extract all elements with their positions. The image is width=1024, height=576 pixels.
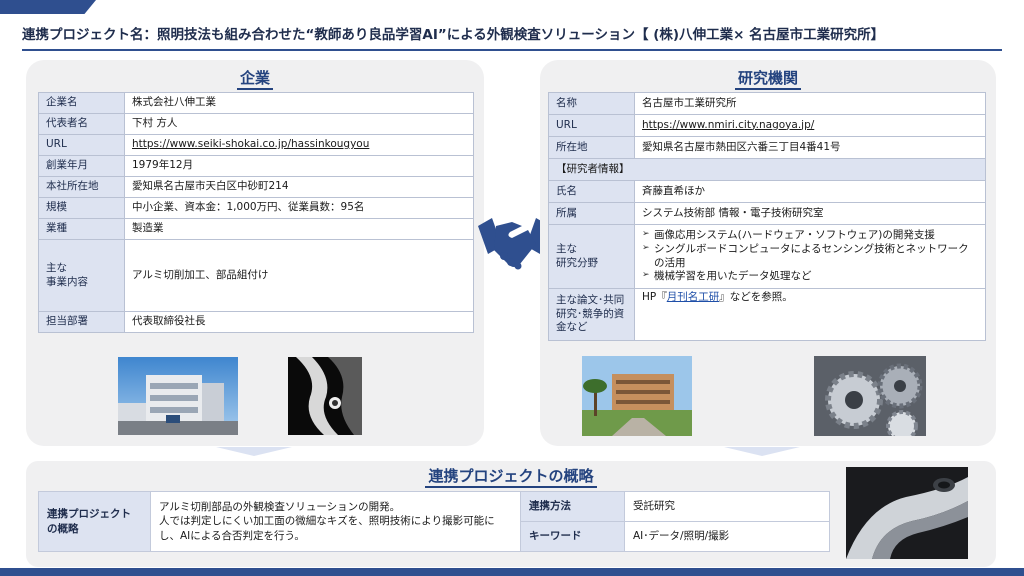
corner-accent — [0, 0, 96, 14]
company-label: 担当部署 — [38, 311, 125, 333]
research-fields-label: 主な 研究分野 — [548, 224, 635, 289]
company-value: 株式会社八伸工業 — [124, 92, 474, 114]
monthly-journal-link[interactable]: 月刊名工研 — [667, 291, 720, 303]
table-row: 氏名 斉藤直希ほか — [548, 180, 986, 203]
table-row: 【研究者情報】 — [548, 158, 986, 181]
institute-table: 名称 名古屋市工業研究所 URL https://www.nmiri.city.na… — [548, 92, 986, 341]
institute-label: 名称 — [548, 92, 635, 115]
company-label: 本社所在地 — [38, 176, 125, 198]
company-label: 企業名 — [38, 92, 125, 114]
machined-part-photo — [288, 357, 362, 435]
company-table: 企業名 株式会社八伸工業 代表者名 下村 方人 URL https://www.sei… — [38, 92, 474, 333]
institute-label: 所属 — [548, 202, 635, 225]
page-title: 連携プロジェクト名：照明技法も組み合わせた“教師あり良品学習AI”による外観検査… — [22, 27, 885, 43]
title-divider — [22, 49, 1002, 51]
institute-value: 名古屋市工業研究所 — [634, 92, 986, 115]
company-label: 創業年月 — [38, 155, 125, 177]
table-row: 規模 中小企業、資本金：1,000万円、従業員数：95名 — [38, 197, 474, 219]
table-row: 業種 製造業 — [38, 218, 474, 240]
factory-building-photo — [118, 357, 238, 435]
company-label: 主な 事業内容 — [38, 239, 125, 312]
institute-panel-arrow — [724, 447, 800, 456]
list-item: 画像応用システム(ハードウェア・ソフトウェア)の開発支援 — [642, 229, 978, 243]
table-row: 所属 システム技術部 情報・電子技術研究室 — [548, 202, 986, 225]
list-item: シングルボードコンピュータによるセンシング技術とネットワークの活用 — [642, 243, 978, 270]
institute-label: URL — [548, 114, 635, 137]
company-value: 中小企業、資本金：1,000万円、従業員数：95名 — [124, 197, 474, 219]
institute-label: 氏名 — [548, 180, 635, 203]
table-row: 主な 事業内容 アルミ切削加工、部品組付け — [38, 239, 474, 312]
company-label: URL — [38, 134, 125, 156]
institute-building-photo — [582, 356, 692, 436]
project-table: 連携プロジェクト の概略 アルミ切削部品の外観検査ソリューションの開発。 人では… — [38, 491, 830, 552]
bottom-accent-bar — [0, 568, 1024, 576]
table-row: 本社所在地 愛知県名古屋市天白区中砂町214 — [38, 176, 474, 198]
papers-prefix: HP『 — [642, 291, 667, 303]
papers-suffix: 』などを参照。 — [719, 291, 793, 303]
table-row: 名称 名古屋市工業研究所 — [548, 92, 986, 115]
institute-label: 所在地 — [548, 136, 635, 159]
table-row: 連携プロジェクト の概略 アルミ切削部品の外観検査ソリューションの開発。 人では… — [38, 491, 830, 552]
table-row: 所在地 愛知県名古屋市熱田区六番三丁目4番41号 — [548, 136, 986, 159]
company-panel-arrow — [216, 447, 292, 456]
company-value: 下村 方人 — [124, 113, 474, 135]
company-value: 代表取締役社長 — [124, 311, 474, 333]
gears-photo — [814, 356, 926, 436]
company-value: 愛知県名古屋市天白区中砂町214 — [124, 176, 474, 198]
table-row: 企業名 株式会社八伸工業 — [38, 92, 474, 114]
method-label: 連携方法 — [520, 491, 625, 522]
list-item: 機械学習を用いたデータ処理など — [642, 270, 978, 284]
institute-value: 斉藤直希ほか — [634, 180, 986, 203]
method-value: 受託研究 — [624, 491, 830, 522]
table-row: URL https://www.nmiri.city.nagoya.jp/ — [548, 114, 986, 137]
table-row: 主な 研究分野 画像応用システム(ハードウェア・ソフトウェア)の開発支援 シング… — [548, 224, 986, 289]
keyword-label: キーワード — [520, 521, 625, 552]
institute-value: システム技術部 情報・電子技術研究室 — [634, 202, 986, 225]
inspection-part-photo — [846, 467, 968, 559]
company-label: 代表者名 — [38, 113, 125, 135]
company-label: 業種 — [38, 218, 125, 240]
institute-heading: 研究機関 — [540, 67, 996, 90]
table-row: 担当部署 代表取締役社長 — [38, 311, 474, 333]
company-label: 規模 — [38, 197, 125, 219]
papers-label: 主な論文･共同研究･競争的資金など — [548, 288, 635, 341]
project-overview-label: 連携プロジェクト の概略 — [38, 491, 151, 552]
company-value: アルミ切削加工、部品組付け — [124, 239, 474, 312]
project-overview-text: アルミ切削部品の外観検査ソリューションの開発。 人では判定しにくい加工面の微細な… — [150, 491, 521, 552]
company-value: 1979年12月 — [124, 155, 474, 177]
institute-value: 愛知県名古屋市熱田区六番三丁目4番41号 — [634, 136, 986, 159]
institute-url-link[interactable]: https://www.nmiri.city.nagoya.jp/ — [642, 119, 814, 131]
researcher-section-header: 【研究者情報】 — [548, 158, 986, 181]
table-row: URL https://www.seiki-shokai.co.jp/hassin… — [38, 134, 474, 156]
table-row: 主な論文･共同研究･競争的資金など HP『月刊名工研』などを参照。 — [548, 288, 986, 341]
company-heading: 企業 — [26, 67, 484, 90]
company-value: 製造業 — [124, 218, 474, 240]
table-row: 代表者名 下村 方人 — [38, 113, 474, 135]
table-row: 創業年月 1979年12月 — [38, 155, 474, 177]
research-fields-list: 画像応用システム(ハードウェア・ソフトウェア)の開発支援 シングルボードコンピュ… — [642, 229, 978, 284]
keyword-value: AI･データ/照明/撮影 — [624, 521, 830, 552]
company-url-link[interactable]: https://www.seiki-shokai.co.jp/hassinkou… — [132, 138, 369, 150]
